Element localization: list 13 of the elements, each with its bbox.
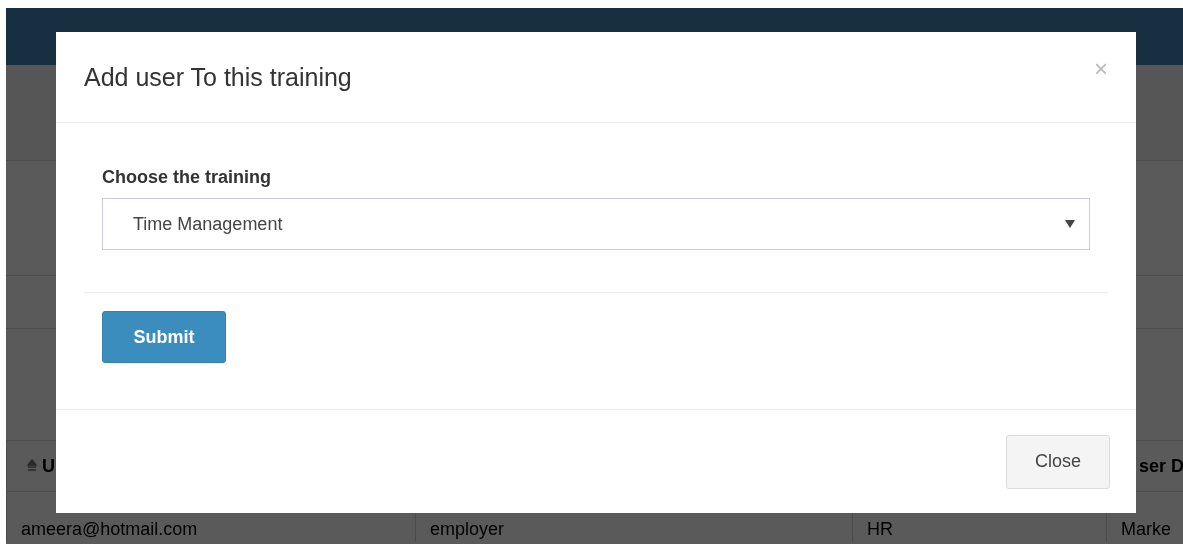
caret-icon — [1065, 220, 1075, 228]
table-cell: ameera@hotmail.com — [21, 518, 198, 540]
table-cell: Marke — [1121, 518, 1171, 540]
field-label: Choose the training — [102, 167, 271, 188]
training-select[interactable]: Time Management — [102, 198, 1090, 250]
table-cell: HR — [867, 518, 893, 540]
submit-button[interactable]: Submit — [102, 311, 226, 363]
column-header: U — [42, 455, 55, 477]
close-button[interactable]: Close — [1006, 434, 1110, 489]
column-header: ser D — [1139, 455, 1183, 477]
modal-title: Add user To this training — [84, 62, 352, 92]
sort-icon[interactable] — [27, 459, 37, 473]
table-cell: employer — [430, 518, 505, 540]
